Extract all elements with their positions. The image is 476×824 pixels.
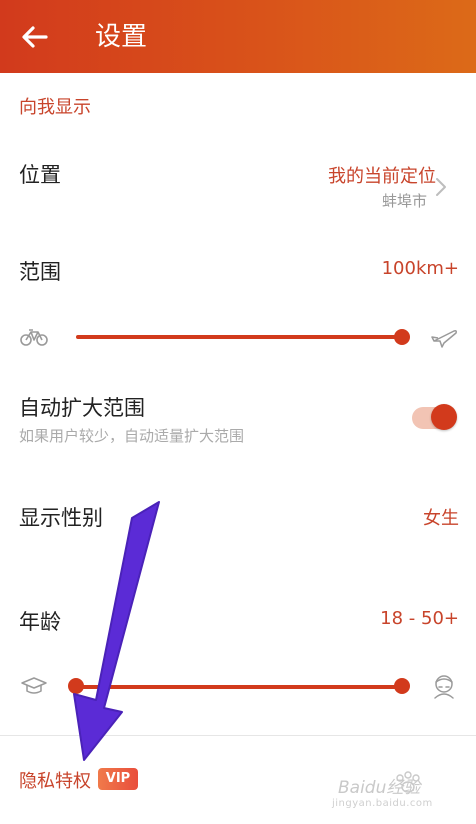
location-value: 我的当前定位 — [328, 166, 436, 187]
auto-expand-label: 自动扩大范围 — [19, 396, 145, 420]
app-bar: 设置 — [0, 0, 476, 73]
age-label: 年龄 — [19, 610, 61, 634]
location-label: 位置 — [19, 163, 61, 187]
age-value: 18 - 50+ — [380, 608, 459, 629]
age-slider-track — [76, 685, 402, 689]
watermark-text: Baidu经验 — [338, 778, 421, 798]
gender-label: 显示性别 — [19, 506, 103, 530]
arrow-left-icon[interactable] — [18, 20, 52, 54]
watermark-url: jingyan.baidu.com — [332, 798, 433, 809]
vip-badge: VIP — [98, 768, 138, 790]
toggle-thumb — [431, 404, 457, 430]
range-slider-track — [76, 335, 402, 339]
range-label: 范围 — [19, 260, 61, 284]
location-city: 蚌埠市 — [381, 192, 427, 210]
range-slider-thumb[interactable] — [394, 329, 410, 345]
auto-expand-hint: 如果用户较少，自动适量扩大范围 — [19, 427, 245, 445]
chevron-right-icon — [436, 178, 446, 196]
section-header-show-me: 向我显示 — [19, 97, 91, 118]
baidu-watermark: Baidu经验 jingyan.baidu.com — [318, 768, 468, 818]
bicycle-icon — [20, 329, 48, 346]
airplane-icon — [431, 330, 457, 348]
range-value: 100km+ — [381, 258, 459, 279]
graduation-cap-icon — [21, 677, 47, 694]
page-title: 设置 — [95, 22, 148, 52]
age-slider-max-thumb[interactable] — [394, 678, 410, 694]
gender-value: 女生 — [423, 508, 459, 529]
age-slider-min-thumb[interactable] — [68, 678, 84, 694]
divider — [0, 735, 476, 736]
privacy-label: 隐私特权 — [19, 771, 91, 792]
elderly-face-icon — [434, 675, 454, 699]
